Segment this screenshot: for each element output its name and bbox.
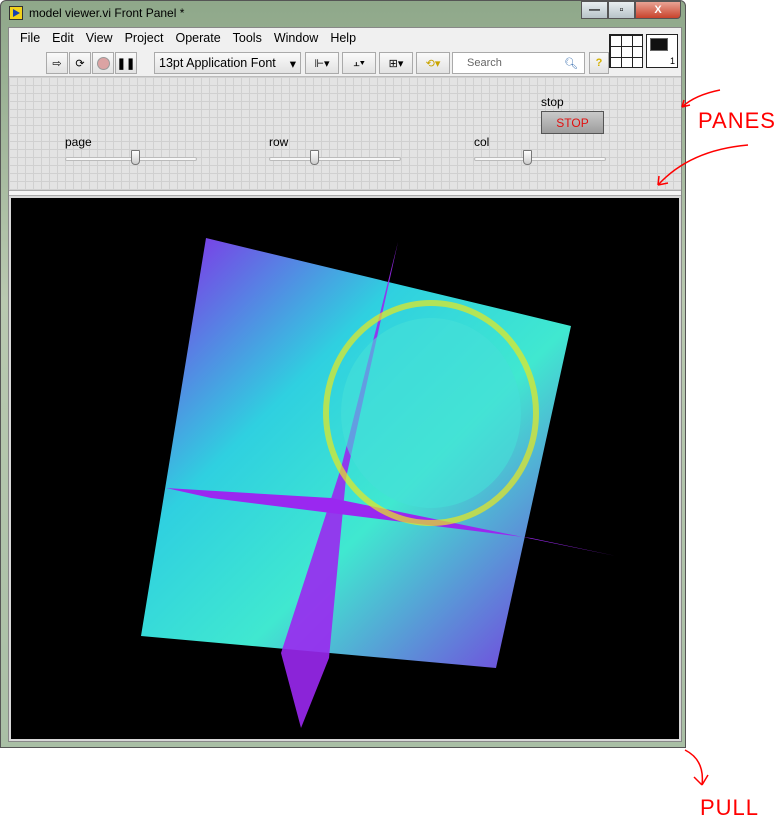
menu-tools[interactable]: Tools	[227, 31, 268, 45]
3d-model-render	[141, 238, 616, 728]
stop-button[interactable]: STOP	[541, 111, 604, 134]
distribute-objects-icon[interactable]: ⫠▾	[342, 52, 376, 74]
pull-arrow	[684, 749, 709, 786]
run-arrow-icon[interactable]: ⇨	[46, 52, 68, 74]
brain-region	[341, 318, 521, 508]
reorder-icon[interactable]: ⟲▾	[416, 52, 450, 74]
menu-view[interactable]: View	[80, 31, 119, 45]
row-slider-thumb[interactable]	[310, 150, 320, 165]
menu-operate[interactable]: Operate	[169, 31, 226, 45]
search-icon: 🔍︎	[564, 57, 578, 70]
col-label: col	[474, 135, 490, 149]
vi-icon-number: 1	[669, 56, 675, 66]
font-value: 13pt Application Font	[159, 56, 276, 70]
minimize-button[interactable]: —	[581, 1, 608, 19]
menu-edit[interactable]: Edit	[46, 31, 80, 45]
front-panel-window: model viewer.vi Front Panel * — ▫ X File…	[0, 0, 686, 748]
page-slider-thumb[interactable]	[130, 150, 140, 165]
close-button[interactable]: X	[635, 1, 681, 19]
search-placeholder: Search	[467, 57, 502, 69]
labview-icon	[9, 6, 23, 20]
page-label: page	[65, 135, 92, 149]
col-slider-thumb[interactable]	[523, 150, 532, 165]
abort-icon[interactable]	[92, 52, 114, 74]
page-slider[interactable]	[65, 150, 197, 165]
resize-objects-icon[interactable]: ⊞▾	[379, 52, 413, 74]
pause-icon[interactable]: ❚❚	[115, 52, 137, 74]
font-dropdown[interactable]: 13pt Application Font ▾	[154, 52, 301, 74]
title-bar: model viewer.vi Front Panel *	[9, 4, 184, 22]
menu-file[interactable]: File	[14, 31, 46, 45]
menu-bar: File Edit View Project Operate Tools Win…	[9, 28, 681, 48]
run-continuously-icon[interactable]: ⟳	[69, 52, 91, 74]
search-input[interactable]: Search 🔍︎	[452, 52, 585, 74]
window-title: model viewer.vi Front Panel *	[29, 6, 185, 20]
menu-window[interactable]: Window	[268, 31, 324, 45]
align-objects-icon[interactable]: ⊩▾	[305, 52, 339, 74]
menu-project[interactable]: Project	[119, 31, 170, 45]
row-label: row	[269, 135, 289, 149]
menu-help[interactable]: Help	[324, 31, 362, 45]
help-icon[interactable]: ?	[589, 52, 609, 74]
maximize-button[interactable]: ▫	[608, 1, 635, 19]
arrow-annotations	[657, 89, 749, 186]
3d-picture-display[interactable]	[9, 196, 681, 741]
connector-pane-icon[interactable]	[609, 34, 643, 68]
vi-icon[interactable]: 1	[646, 34, 678, 68]
row-slider[interactable]	[269, 150, 401, 165]
toolbar: ⇨ ⟳ ❚❚ 13pt Application Font ▾ ⊩▾ ⫠▾ ⊞▾ ⟲…	[9, 51, 609, 76]
client-area: File Edit View Project Operate Tools Win…	[8, 27, 682, 742]
controls-pane: page row col stop STOP	[9, 76, 681, 190]
col-slider[interactable]	[474, 150, 606, 165]
pull-annotation: PULL	[700, 795, 760, 820]
chevron-down-icon: ▾	[289, 56, 296, 71]
stop-label: stop	[541, 95, 564, 109]
